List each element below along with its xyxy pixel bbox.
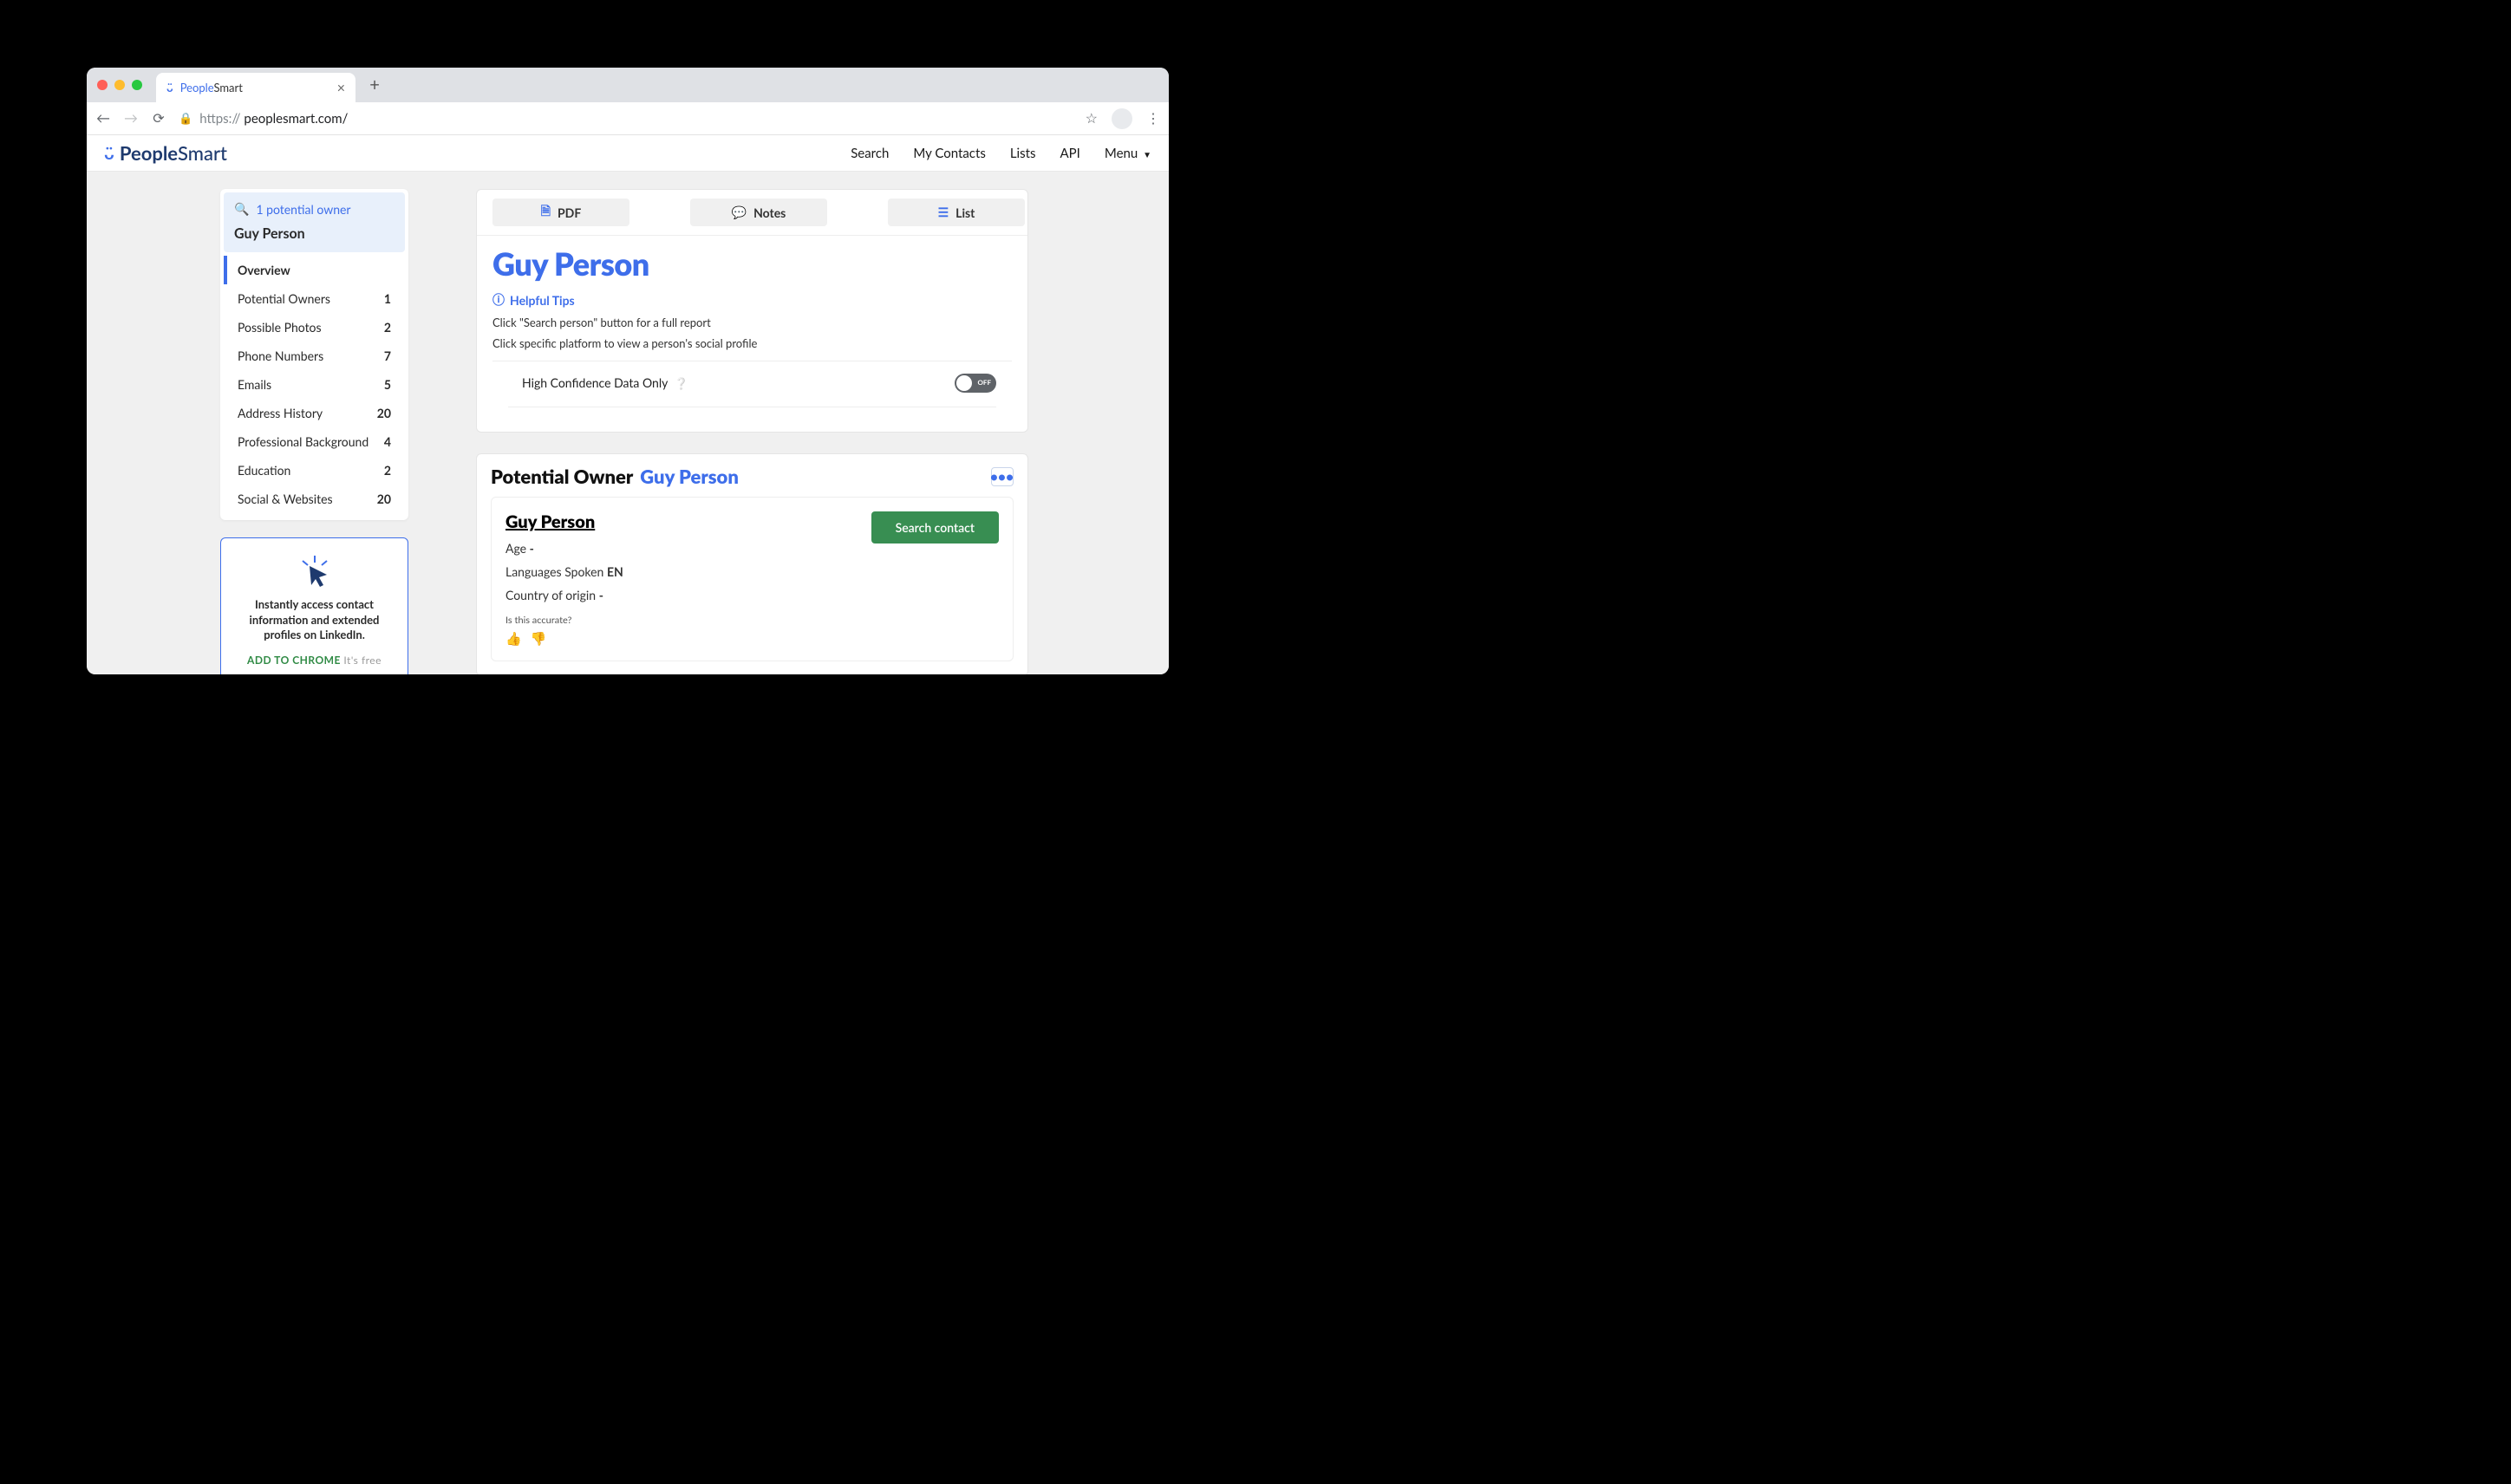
nav-lists[interactable]: Lists: [1010, 146, 1036, 161]
window-controls: [97, 80, 142, 90]
sidebar-item-education[interactable]: Education2: [224, 456, 405, 485]
favicon-icon: ᴗ̈: [166, 81, 173, 94]
cursor-click-icon: [297, 554, 332, 589]
info-icon: ⓘ: [492, 291, 505, 309]
main-column: 🗎PDF 💬Notes ☰List Guy Person ⓘHelpful Ti…: [476, 189, 1028, 674]
notes-button[interactable]: 💬Notes: [690, 199, 827, 226]
po-heading: Potential Owner: [491, 465, 633, 488]
caret-down-icon: ▼: [1143, 150, 1151, 160]
minimize-window-icon[interactable]: [114, 80, 125, 90]
more-menu-button[interactable]: •••: [991, 467, 1014, 486]
browser-tab[interactable]: ᴗ̈ PeopleSmart ×: [156, 73, 355, 102]
sidebar-item-social-websites[interactable]: Social & Websites20: [224, 485, 405, 513]
tip-line-2: Click specific platform to view a person…: [492, 336, 1012, 350]
close-tab-icon[interactable]: ×: [337, 80, 345, 96]
top-nav: Search My Contacts Lists API Menu ▼: [851, 146, 1151, 161]
add-to-chrome-link[interactable]: ADD TO CHROME It's free: [233, 654, 395, 667]
sidebar: 🔍1 potential owner Guy Person Overview P…: [220, 189, 408, 674]
notes-icon: 💬: [732, 205, 747, 220]
address-field[interactable]: 🔒 https:// peoplesmart.com/: [179, 111, 1073, 127]
sidebar-item-overview[interactable]: Overview: [224, 256, 405, 284]
person-title: Guy Person: [492, 244, 1012, 283]
hero-card: 🗎PDF 💬Notes ☰List Guy Person ⓘHelpful Ti…: [476, 189, 1028, 433]
help-icon[interactable]: ❔: [671, 376, 688, 390]
lock-icon: 🔒: [179, 111, 192, 126]
kv-age: Age -: [505, 541, 623, 556]
po-heading-name: Guy Person: [640, 465, 739, 488]
promo-text: Instantly access contact information and…: [233, 597, 395, 643]
tab-bar: ᴗ̈ PeopleSmart × +: [87, 68, 1169, 102]
po-name-link[interactable]: Guy Person: [505, 511, 623, 532]
sidebar-item-potential-owners[interactable]: Potential Owners1: [224, 284, 405, 313]
kebab-menu-icon[interactable]: ⋮: [1146, 110, 1160, 127]
nav-my-contacts[interactable]: My Contacts: [913, 146, 985, 161]
page-body: 🔍1 potential owner Guy Person Overview P…: [87, 172, 1169, 674]
nav-menu[interactable]: Menu ▼: [1105, 146, 1151, 161]
reload-icon[interactable]: ⟳: [151, 110, 166, 127]
tab-title: PeopleSmart: [180, 81, 243, 94]
thumbs-up-icon[interactable]: 👍: [505, 631, 522, 647]
maximize-window-icon[interactable]: [132, 80, 142, 90]
potential-owner-card: Potential Owner Guy Person ••• Guy Perso…: [476, 453, 1028, 674]
accuracy-label: Is this accurate?: [505, 615, 623, 626]
owner-count: 🔍1 potential owner: [234, 201, 395, 217]
app-header: ᴗ̈ PeopleSmart Search My Contacts Lists …: [87, 135, 1169, 172]
back-icon[interactable]: ←: [95, 110, 111, 127]
sidebar-item-phone-numbers[interactable]: Phone Numbers7: [224, 342, 405, 370]
kv-country: Country of origin -: [505, 588, 623, 602]
browser-window: ᴗ̈ PeopleSmart × + ← → ⟳ 🔒 https:// peop…: [87, 68, 1169, 674]
list-icon: ☰: [938, 205, 949, 220]
new-tab-button[interactable]: +: [362, 73, 387, 97]
promo-card: Instantly access contact information and…: [220, 537, 408, 674]
nav-api[interactable]: API: [1060, 146, 1080, 161]
nav-search[interactable]: Search: [851, 146, 889, 161]
url-bar: ← → ⟳ 🔒 https:// peoplesmart.com/ ☆ ⋮: [87, 102, 1169, 135]
confidence-toggle[interactable]: OFF: [955, 374, 996, 393]
forward-icon[interactable]: →: [123, 110, 139, 127]
list-button[interactable]: ☰List: [888, 199, 1025, 226]
magnifier-icon: 🔍: [234, 201, 249, 217]
sidebar-item-professional-background[interactable]: Professional Background4: [224, 427, 405, 456]
owner-pill: 🔍1 potential owner Guy Person: [224, 192, 405, 252]
tool-row: 🗎PDF 💬Notes ☰List: [477, 190, 1027, 236]
helpful-tips-label: ⓘHelpful Tips: [492, 291, 1012, 309]
sidebar-item-address-history[interactable]: Address History20: [224, 399, 405, 427]
logo[interactable]: ᴗ̈ PeopleSmart: [104, 141, 227, 165]
kv-languages: Languages Spoken EN: [505, 564, 623, 579]
sidebar-item-possible-photos[interactable]: Possible Photos2: [224, 313, 405, 342]
sidebar-nav: Overview Potential Owners1 Possible Phot…: [224, 252, 405, 517]
confidence-label: High Confidence Data Only ❔: [522, 375, 688, 391]
close-window-icon[interactable]: [97, 80, 108, 90]
pdf-icon: 🗎: [541, 202, 551, 223]
thumbs-down-icon[interactable]: 👎: [531, 631, 547, 647]
pdf-button[interactable]: 🗎PDF: [492, 199, 629, 226]
logo-icon: ᴗ̈: [104, 143, 114, 164]
owner-name: Guy Person: [234, 225, 395, 242]
bookmark-icon[interactable]: ☆: [1086, 110, 1098, 127]
search-contact-button[interactable]: Search contact: [871, 511, 999, 543]
sidebar-item-emails[interactable]: Emails5: [224, 370, 405, 399]
sidebar-card: 🔍1 potential owner Guy Person Overview P…: [220, 189, 408, 520]
profile-avatar[interactable]: [1112, 108, 1132, 129]
tip-line-1: Click "Search person" button for a full …: [492, 316, 1012, 329]
